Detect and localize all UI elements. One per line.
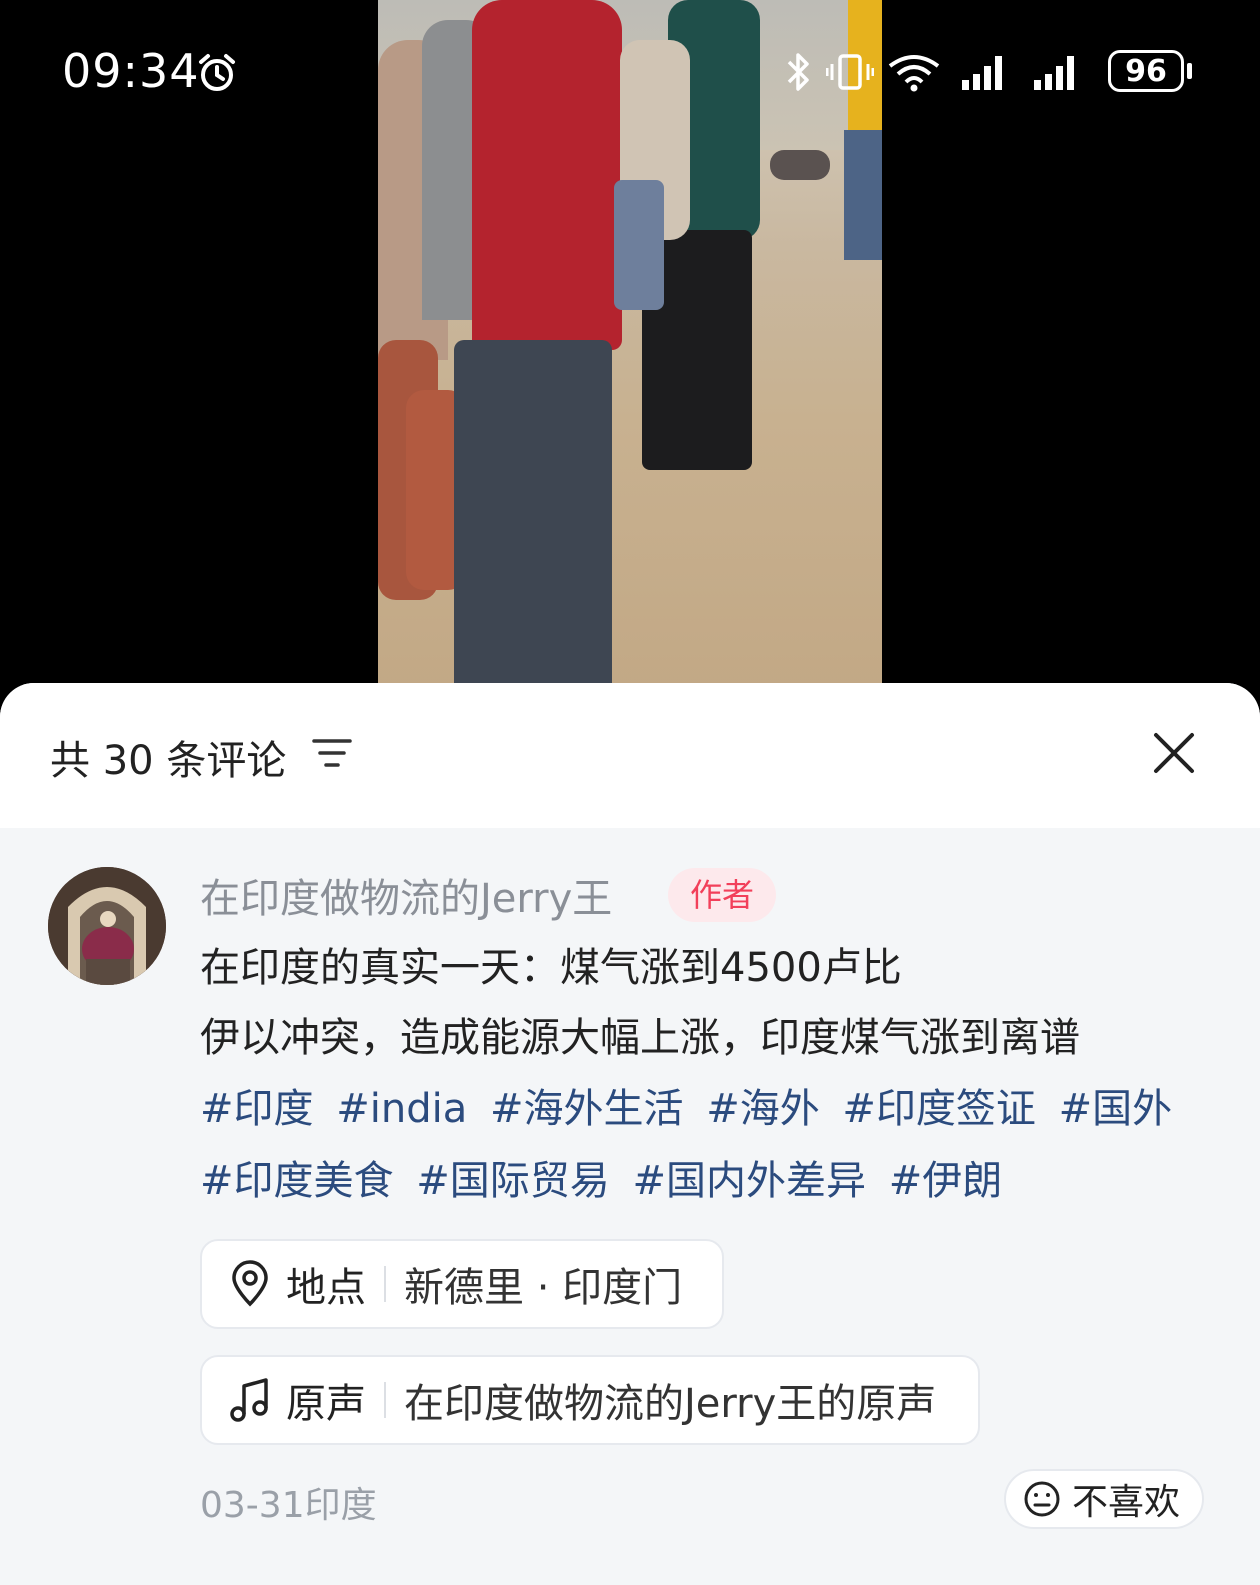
author-name[interactable]: 在印度做物流的Jerry王 <box>200 866 612 924</box>
location-pin-icon <box>232 1260 268 1307</box>
hashtag[interactable]: #海外生活 <box>490 1086 684 1132</box>
hashtag[interactable]: #海外 <box>706 1086 820 1132</box>
hashtag[interactable]: #印度 <box>200 1086 314 1132</box>
sound-value: 在印度做物流的Jerry王的原声 <box>404 1381 937 1427</box>
signal-icon <box>1034 56 1074 90</box>
sound-label: 原声 <box>286 1381 366 1427</box>
post-title: 在印度的真实一天：煤气涨到4500卢比 <box>200 945 902 991</box>
location-chip[interactable]: 地点 新德里 · 印度门 <box>200 1239 724 1329</box>
close-icon[interactable] <box>1150 729 1198 777</box>
status-time: 09:34 <box>62 44 200 98</box>
battery-icon: 96 <box>1108 50 1184 92</box>
post-body: 伊以冲突，造成能源大幅上涨，印度煤气涨到离谱 <box>200 1015 1080 1061</box>
comment-count: 共 30 条评论 <box>50 738 287 784</box>
chip-divider <box>384 1382 386 1418</box>
comments-sheet: 共 30 条评论 在印度做物流的Jerry王 作者 在印度的真实一天：煤气涨到4… <box>0 683 1260 1585</box>
author-badge: 作者 <box>668 868 777 922</box>
author-avatar[interactable] <box>48 867 166 985</box>
hashtag-list: #印度 #india #海外生活 #海外 #印度签证 #国外 #印度美食 #国际… <box>200 1073 1200 1217</box>
chip-divider <box>384 1266 386 1302</box>
post-caption: 在印度的真实一天：煤气涨到4500卢比 伊以冲突，造成能源大幅上涨，印度煤气涨到… <box>200 933 1210 1073</box>
hashtag[interactable]: #伊朗 <box>889 1158 1003 1204</box>
dislike-label: 不喜欢 <box>1072 1482 1181 1523</box>
vibrate-icon <box>826 54 874 90</box>
hashtag[interactable]: #国外 <box>1059 1086 1173 1132</box>
post-date-region: 03-31印度 <box>200 1485 377 1526</box>
filter-icon[interactable] <box>312 735 352 771</box>
comments-header: 共 30 条评论 <box>0 683 1260 828</box>
signal-icon <box>962 56 1002 90</box>
status-bar: 09:34 96 <box>0 0 1260 150</box>
hashtag[interactable]: #国际贸易 <box>416 1158 610 1204</box>
location-value: 新德里 · 印度门 <box>404 1265 683 1311</box>
music-note-icon <box>230 1378 268 1422</box>
dislike-button[interactable]: 不喜欢 <box>1004 1469 1204 1529</box>
hashtag[interactable]: #india <box>336 1086 467 1132</box>
original-sound-chip[interactable]: 原声 在印度做物流的Jerry王的原声 <box>200 1355 980 1445</box>
neutral-face-icon <box>1024 1481 1060 1517</box>
hashtag[interactable]: #印度签证 <box>842 1086 1036 1132</box>
alarm-icon <box>199 54 235 91</box>
hashtag[interactable]: #印度美食 <box>200 1158 394 1204</box>
battery-tip <box>1187 63 1192 79</box>
bluetooth-icon <box>787 53 809 91</box>
location-label: 地点 <box>286 1265 366 1311</box>
wifi-icon <box>888 55 940 92</box>
hashtag[interactable]: #国内外差异 <box>632 1158 866 1204</box>
